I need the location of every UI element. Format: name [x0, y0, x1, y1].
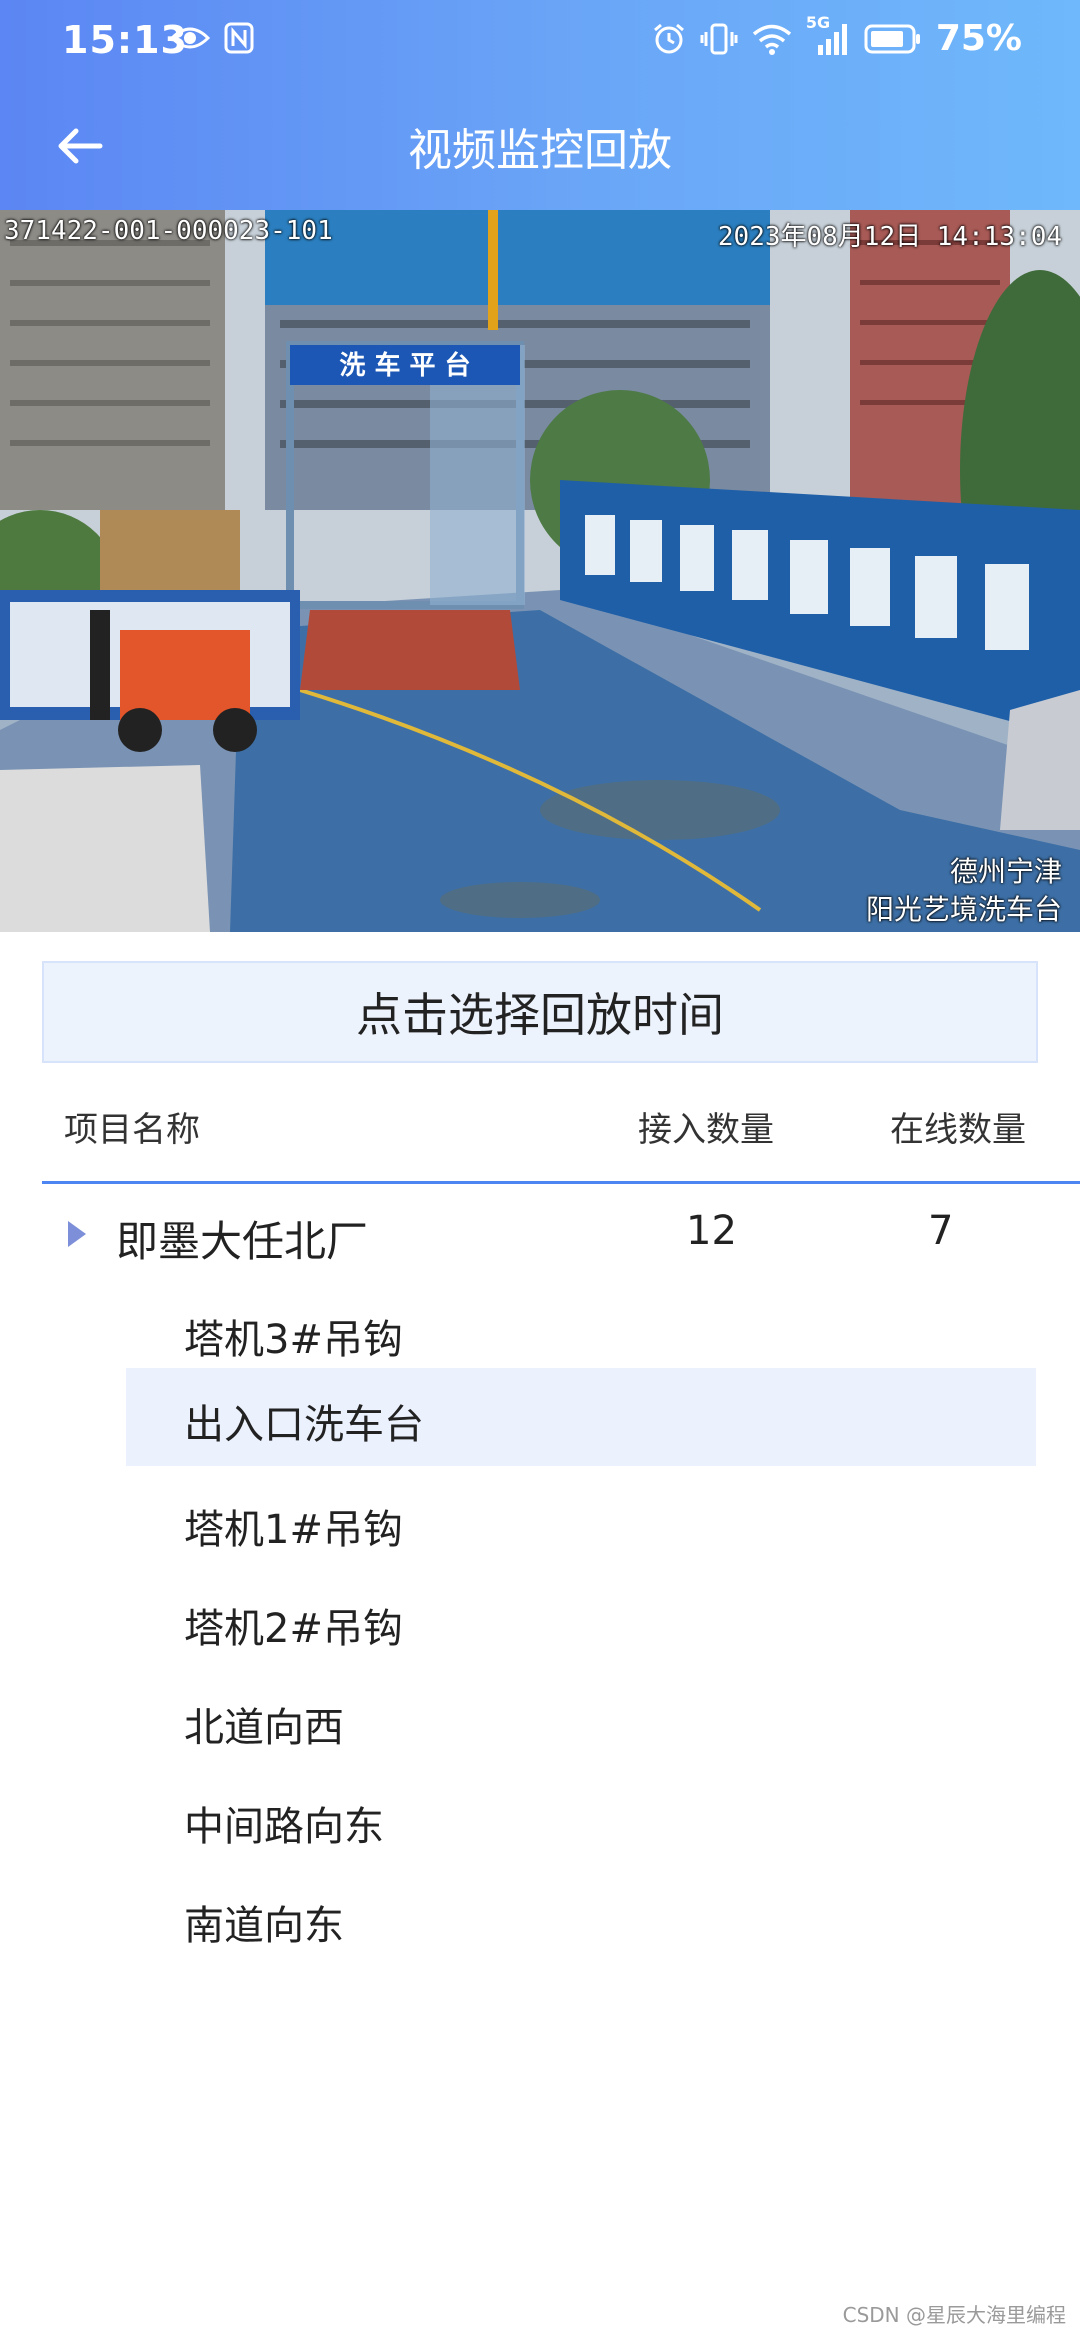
- eye-icon: [170, 24, 210, 52]
- project-online-count: 7: [928, 1208, 954, 1254]
- expand-triangle-icon[interactable]: [66, 1217, 88, 1251]
- camera-label: 塔机1#吊钩: [184, 1507, 403, 1553]
- project-access-count: 12: [686, 1208, 737, 1254]
- camera-item[interactable]: 中间路向东: [126, 1770, 1036, 1868]
- camera-item-selected[interactable]: 出入口洗车台: [126, 1368, 1036, 1466]
- status-bar: 15:13 5G 75%: [0, 0, 1080, 84]
- video-camera-id: 371422-001-000023-101: [4, 216, 333, 246]
- video-timestamp: 2023年08月12日 14:13:04: [717, 222, 1062, 252]
- camera-label: 塔机2#吊钩: [184, 1606, 403, 1652]
- camera-item[interactable]: 塔机1#吊钩: [126, 1473, 1036, 1571]
- camera-item[interactable]: 南道向东: [126, 1869, 1036, 1967]
- nav-bar: 视频监控回放: [0, 100, 1080, 210]
- watermark: CSDN @星辰大海里编程: [842, 2303, 1066, 2327]
- header-access-count: 接入数量: [638, 1110, 774, 1150]
- camera-item[interactable]: 塔机3#吊钩: [126, 1283, 1036, 1381]
- select-playback-time-button[interactable]: 点击选择回放时间: [42, 961, 1038, 1063]
- battery-percent: 75%: [935, 18, 1022, 59]
- alarm-icon: [652, 22, 686, 56]
- camera-label: 出入口洗车台: [184, 1402, 424, 1448]
- video-caption-location: 德州宁津: [949, 855, 1062, 888]
- wifi-icon: [752, 23, 792, 55]
- camera-label: 塔机3#吊钩: [184, 1317, 403, 1363]
- camera-item[interactable]: 塔机2#吊钩: [126, 1572, 1036, 1670]
- project-row[interactable]: 即墨大任北厂 12 7: [0, 1186, 1080, 1284]
- header-divider: [42, 1181, 1080, 1184]
- battery-icon: [864, 24, 922, 54]
- status-right-icons: 5G 75%: [652, 13, 1022, 59]
- project-name: 即墨大任北厂: [116, 1217, 369, 1266]
- page-title: 视频监控回放: [408, 125, 672, 176]
- camera-label: 中间路向东: [184, 1804, 384, 1850]
- video-frame-image: [0, 210, 1080, 932]
- nfc-icon: [224, 22, 254, 54]
- header-project-name: 项目名称: [64, 1110, 200, 1150]
- header-online-count: 在线数量: [890, 1110, 1026, 1150]
- video-player[interactable]: 洗 车 平 台 371422-001-000023-101 2023年08月12…: [0, 210, 1080, 932]
- table-header: 项目名称 接入数量 在线数量: [0, 1080, 1080, 1180]
- camera-label: 南道向东: [184, 1903, 344, 1949]
- screen: 15:13 5G 75% 视频监控回放 洗 车 平 台 371422-001-0…: [0, 0, 1080, 2340]
- app-header: 15:13 5G 75% 视频监控回放: [0, 0, 1080, 210]
- camera-item[interactable]: 北道向西: [126, 1671, 1036, 1769]
- wash-platform-sign: 洗 车 平 台: [339, 351, 471, 381]
- signal-icon: 5G: [806, 13, 850, 57]
- camera-label: 北道向西: [184, 1705, 344, 1751]
- video-caption-name: 阳光艺境洗车台: [865, 893, 1062, 926]
- status-left-icons: [170, 22, 254, 54]
- vibrate-icon: [700, 22, 738, 56]
